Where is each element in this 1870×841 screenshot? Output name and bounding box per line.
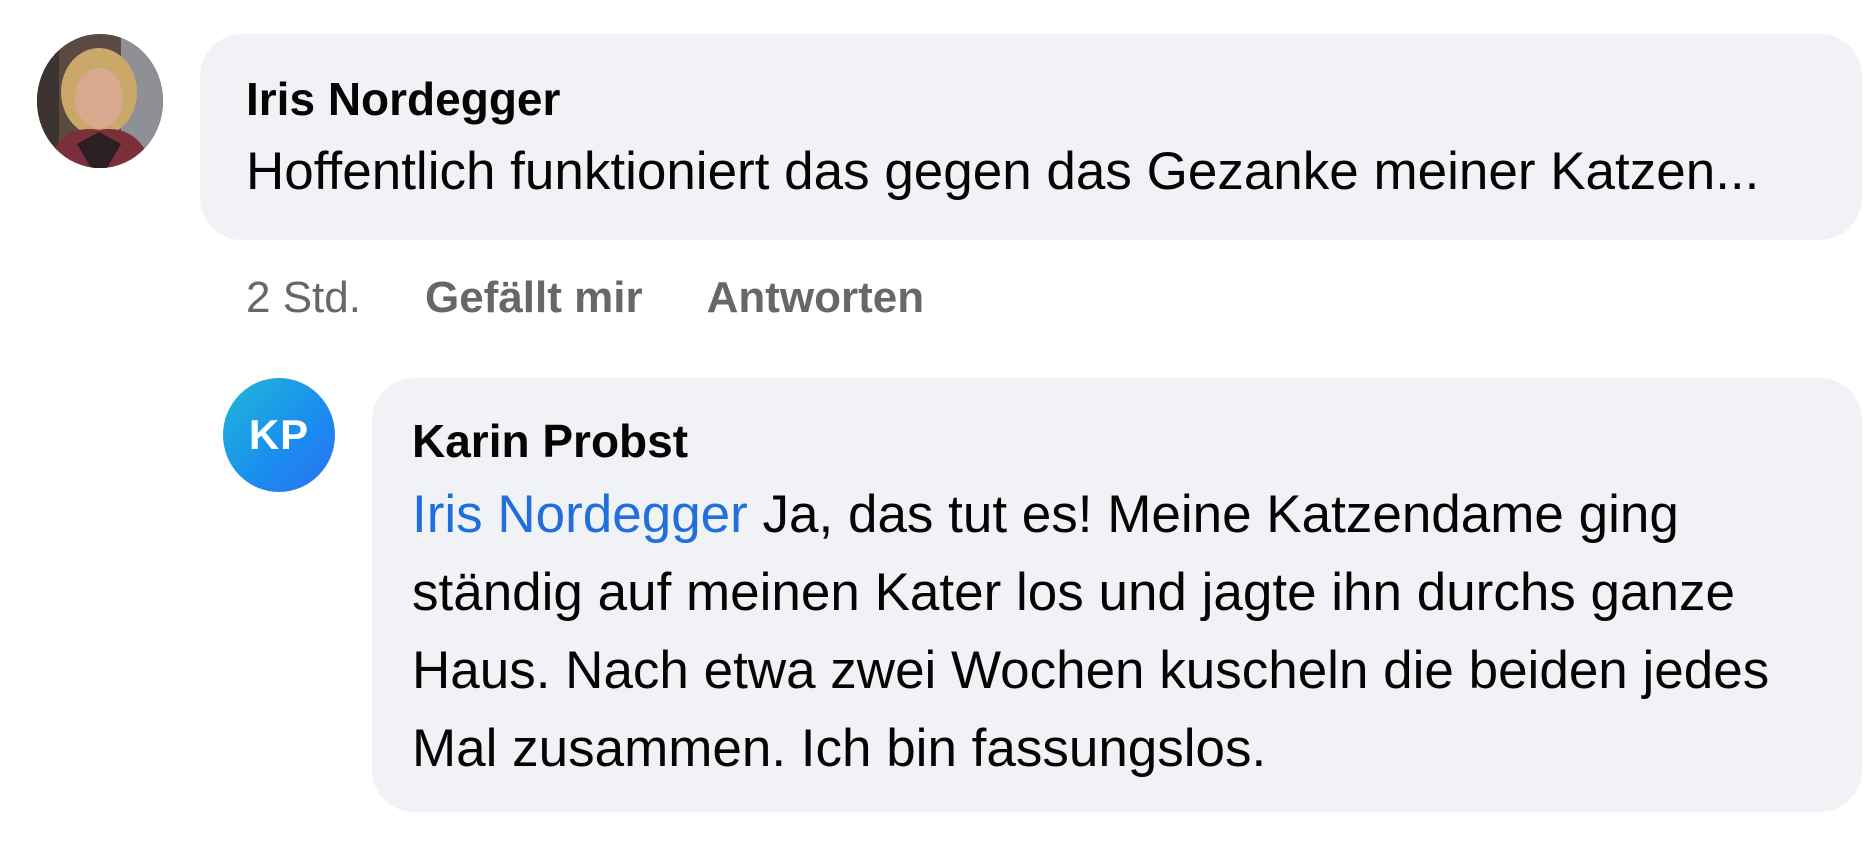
comment-author-name[interactable]: Iris Nordegger	[246, 70, 1822, 128]
comment-bubble: Iris Nordegger Hoffentlich funktioniert …	[200, 34, 1862, 240]
avatar-karin-probst[interactable]: KP	[223, 378, 335, 492]
reply-bubble: Karin Probst Iris Nordegger Ja, das tut …	[372, 378, 1862, 812]
mention-link[interactable]: Iris Nordegger	[412, 485, 748, 544]
reply-button[interactable]: Antworten	[707, 268, 925, 328]
avatar-iris-nordegger[interactable]	[37, 34, 163, 168]
comment-actions: 2 Std. Gefällt mir Antworten	[246, 268, 924, 328]
comment-text: Hoffentlich funktioniert das gegen das G…	[246, 142, 1760, 201]
reply-author-name[interactable]: Karin Probst	[412, 412, 1826, 470]
profile-photo-icon	[37, 34, 163, 168]
reply-text-container: Iris Nordegger Ja, das tut es! Meine Kat…	[412, 476, 1832, 788]
comment-timestamp[interactable]: 2 Std.	[246, 268, 361, 328]
avatar-initials-text: KP	[248, 411, 310, 458]
like-button[interactable]: Gefällt mir	[425, 268, 643, 328]
